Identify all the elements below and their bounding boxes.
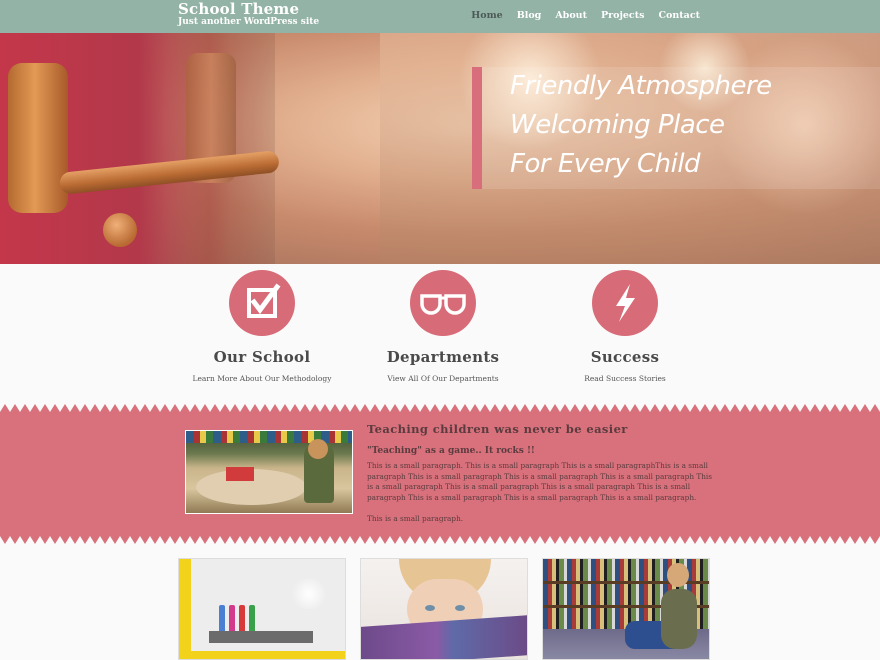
band-title: Teaching children was never be easier <box>367 422 628 436</box>
thumb-boy-body <box>661 589 697 649</box>
feature-our-school[interactable]: Our School Learn More About Our Methodol… <box>162 270 362 383</box>
thumb-boy-head <box>667 563 689 587</box>
thumb-marker-tray <box>209 631 313 643</box>
thumbnail-reading-boy[interactable] <box>360 558 528 660</box>
thumb-boy-eye-right <box>455 605 465 611</box>
nav-item-projects[interactable]: Projects <box>601 10 645 21</box>
slogan-accent-bar <box>472 67 482 189</box>
marker-pink <box>229 605 235 633</box>
feature-title[interactable]: Success <box>525 348 725 366</box>
classroom-photo[interactable] <box>185 430 353 514</box>
marker-red <box>239 605 245 633</box>
slogan-line-1: Friendly Atmosphere <box>510 71 772 101</box>
glasses-icon[interactable] <box>410 270 476 336</box>
nav-item-home[interactable]: Home <box>471 10 502 21</box>
marker-blue <box>219 605 225 633</box>
lightning-icon[interactable] <box>592 270 658 336</box>
site-tagline: Just another WordPress site <box>178 17 320 27</box>
hero-banner: Friendly Atmosphere Welcoming Place For … <box>0 33 880 264</box>
zigzag-bottom-edge <box>0 536 880 544</box>
nav-item-blog[interactable]: Blog <box>517 10 542 21</box>
thumb-light <box>289 579 329 609</box>
band-paragraph-2: This is a small paragraph. <box>367 514 464 523</box>
slogan-line-3: For Every Child <box>510 149 701 179</box>
slogan-line-2: Welcoming Place <box>510 110 725 140</box>
site-header: School Theme Just another WordPress site… <box>0 0 880 33</box>
photo-shelf <box>186 431 352 443</box>
feature-description[interactable]: View All Of Our Departments <box>343 374 543 383</box>
feature-description[interactable]: Learn More About Our Methodology <box>162 374 362 383</box>
site-title[interactable]: School Theme <box>178 0 299 18</box>
nav-item-contact[interactable]: Contact <box>658 10 700 21</box>
feature-departments[interactable]: Departments View All Of Our Departments <box>343 270 543 383</box>
hero-slogan: Friendly Atmosphere Welcoming Place For … <box>472 67 880 189</box>
feature-title[interactable]: Departments <box>343 348 543 366</box>
marker-green <box>249 605 255 633</box>
thumb-boy-eye-left <box>425 605 435 611</box>
thumb-yellow-strip <box>179 651 345 659</box>
feature-description[interactable]: Read Success Stories <box>525 374 725 383</box>
hero-handle-plate <box>8 63 68 213</box>
checkbox-icon[interactable] <box>229 270 295 336</box>
nav-item-about[interactable]: About <box>555 10 587 21</box>
band-subtitle: "Teaching" as a game.. It rocks !! <box>367 446 535 456</box>
feature-title[interactable]: Our School <box>162 348 362 366</box>
hero-handle-knob <box>103 213 137 247</box>
thumb-book <box>361 615 527 659</box>
feature-success[interactable]: Success Read Success Stories <box>525 270 725 383</box>
band-paragraph: This is a small paragraph. This is a sma… <box>367 461 712 502</box>
zigzag-top-edge <box>0 404 880 412</box>
thumb-wall-edge <box>179 559 191 659</box>
main-nav: Home Blog About Projects Contact <box>471 10 700 21</box>
photo-child-head <box>308 439 328 459</box>
photo-toy-box <box>226 467 254 481</box>
thumbnail-markers[interactable] <box>178 558 346 660</box>
thumbnail-library[interactable] <box>542 558 710 660</box>
features-section: Our School Learn More About Our Methodol… <box>0 264 880 404</box>
